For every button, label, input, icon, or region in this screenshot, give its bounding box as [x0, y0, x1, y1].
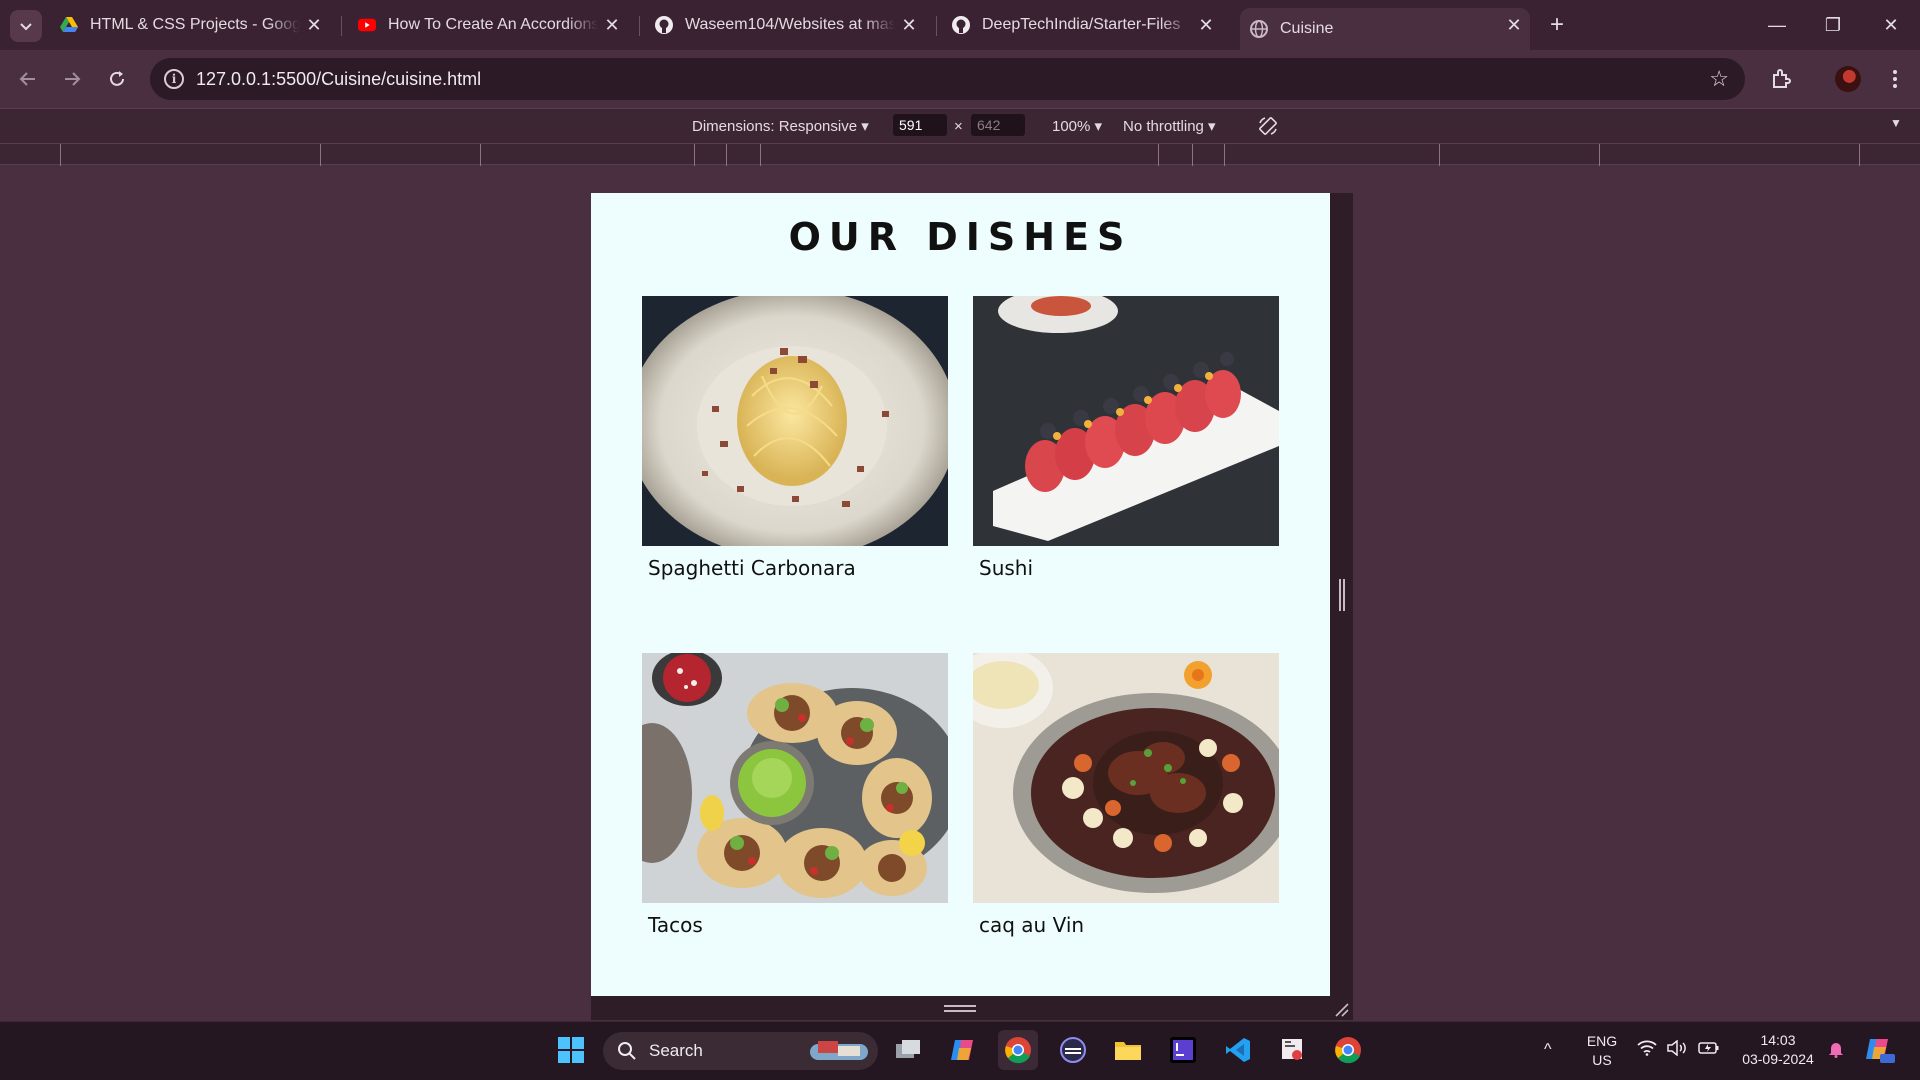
app-icon-circle[interactable] [1053, 1030, 1093, 1070]
tab-youtube[interactable]: How To Create An Accordions In ✕ [358, 8, 628, 42]
search-highlight-icon [810, 1041, 868, 1060]
dish-card[interactable]: Sushi [973, 296, 1279, 580]
tab-google-drive[interactable]: HTML & CSS Projects - Google ✕ [60, 8, 330, 42]
dish-image-coq-au-vin [973, 653, 1279, 903]
tab-title: How To Create An Accordions In [388, 16, 598, 33]
copilot-icon[interactable] [943, 1030, 983, 1070]
url-text: 127.0.0.1:5500/Cuisine/cuisine.html [196, 69, 482, 89]
profile-avatar[interactable] [1835, 66, 1861, 92]
github-icon [655, 16, 673, 34]
dish-image-sushi [973, 296, 1279, 546]
snipping-tool-icon[interactable] [1273, 1030, 1313, 1070]
region-code: US [1592, 1052, 1612, 1068]
forward-button[interactable] [56, 63, 88, 95]
bookmark-star-icon[interactable]: ☆ [1709, 66, 1729, 92]
width-input[interactable]: 591 [893, 114, 947, 136]
restore-button[interactable]: ❐ [1810, 10, 1856, 40]
battery-icon[interactable] [1698, 1040, 1720, 1061]
tab-title: Cuisine [1280, 20, 1334, 37]
youtube-icon [358, 16, 376, 34]
more-menu-icon[interactable] [1880, 64, 1910, 94]
close-icon[interactable]: ✕ [1196, 15, 1216, 35]
wifi-icon[interactable] [1637, 1040, 1657, 1061]
tab-title: Waseem104/Websites at master [685, 16, 895, 33]
resize-corner-icon[interactable] [1333, 1001, 1349, 1017]
clock-time: 14:03 [1760, 1032, 1796, 1048]
dish-card[interactable]: Tacos [642, 653, 948, 937]
times-sign: × [954, 118, 963, 135]
clock[interactable]: 14:03 03-09-2024 [1736, 1031, 1820, 1069]
dimensions-label: Dimensions: Responsive [692, 118, 858, 135]
notification-bell-icon[interactable] [1827, 1040, 1845, 1063]
site-info-icon[interactable]: i [164, 69, 184, 89]
search-label: Search [649, 1041, 703, 1060]
tab-github-websites[interactable]: Waseem104/Websites at master ✕ [655, 8, 925, 42]
extensions-icon[interactable] [1766, 64, 1796, 94]
dish-card[interactable]: Spaghetti Carbonara [642, 296, 948, 580]
device-toolbar: Dimensions: Responsive ▾ 591 × 642 100% … [0, 108, 1920, 143]
throttling-label: No throttling [1123, 118, 1204, 135]
tab-separator [341, 16, 342, 36]
tab-separator [639, 16, 640, 36]
new-tab-button[interactable]: + [1543, 12, 1571, 40]
tab-separator [936, 16, 937, 36]
google-drive-icon [60, 16, 78, 34]
media-query-ruler [0, 143, 1920, 166]
tab-cuisine[interactable]: Cuisine ✕ [1240, 8, 1530, 50]
dish-name: Spaghetti Carbonara [648, 556, 856, 580]
arrow-right-icon [65, 72, 81, 86]
throttling-select[interactable]: No throttling ▾ [1123, 117, 1216, 135]
chrome-profile-icon[interactable] [1328, 1030, 1368, 1070]
close-icon[interactable]: ✕ [899, 15, 919, 35]
file-explorer-icon[interactable] [1108, 1030, 1148, 1070]
dish-name: Sushi [979, 556, 1034, 580]
device-options-icon[interactable]: ▼ [1890, 116, 1902, 130]
close-icon[interactable]: ✕ [304, 15, 324, 35]
tab-github-starter[interactable]: DeepTechIndia/Starter-Files ✕ [952, 8, 1222, 42]
arrow-left-icon [19, 72, 35, 86]
reload-icon [110, 71, 124, 86]
address-bar[interactable]: i 127.0.0.1:5500/Cuisine/cuisine.html ☆ [150, 58, 1745, 100]
dimensions-select[interactable]: Dimensions: Responsive ▾ [692, 117, 869, 135]
dish-image-spaghetti [642, 296, 948, 546]
tab-title: HTML & CSS Projects - Google [90, 16, 300, 33]
chevron-down-icon [20, 23, 32, 31]
tab-title: DeepTechIndia/Starter-Files [982, 16, 1181, 33]
dish-name: caq au Vin [979, 913, 1085, 937]
close-window-button[interactable]: ✕ [1868, 10, 1914, 40]
globe-icon [1250, 20, 1268, 38]
zoom-select[interactable]: 100% ▾ [1052, 117, 1102, 135]
search-icon [618, 1042, 636, 1060]
dish-image-tacos [642, 653, 948, 903]
windows-start-icon[interactable] [551, 1030, 591, 1070]
language-indicator[interactable]: ENG US [1584, 1032, 1620, 1070]
taskbar-search[interactable]: Search [603, 1032, 878, 1070]
resize-handle-bottom[interactable] [944, 1005, 976, 1012]
resize-handle-right[interactable] [1339, 579, 1345, 611]
close-icon[interactable]: ✕ [602, 15, 622, 35]
task-view-icon[interactable] [888, 1030, 928, 1070]
chrome-taskbar-icon[interactable] [998, 1030, 1038, 1070]
rotate-icon[interactable] [1257, 115, 1279, 141]
github-icon [952, 16, 970, 34]
clock-date: 03-09-2024 [1742, 1051, 1814, 1067]
reload-button[interactable] [101, 63, 133, 95]
show-hidden-icons[interactable]: ^ [1544, 1040, 1552, 1059]
back-button[interactable] [12, 63, 44, 95]
tab-search-button[interactable] [10, 10, 42, 42]
minimize-button[interactable]: — [1754, 10, 1800, 40]
intellij-icon[interactable] [1163, 1030, 1203, 1070]
dish-name: Tacos [648, 913, 703, 937]
emulated-page: OUR DISHES Spaghetti Carbonara Sushi Tac… [591, 193, 1330, 996]
dish-card[interactable]: caq au Vin [973, 653, 1279, 937]
close-icon[interactable]: ✕ [1504, 15, 1524, 35]
vscode-icon[interactable] [1218, 1030, 1258, 1070]
copilot-pre-icon[interactable] [1865, 1036, 1895, 1069]
zoom-label: 100% [1052, 118, 1091, 135]
language-code: ENG [1586, 1033, 1618, 1049]
height-input[interactable]: 642 [971, 114, 1025, 136]
page-title: OUR DISHES [788, 215, 1133, 259]
volume-icon[interactable] [1666, 1039, 1688, 1061]
